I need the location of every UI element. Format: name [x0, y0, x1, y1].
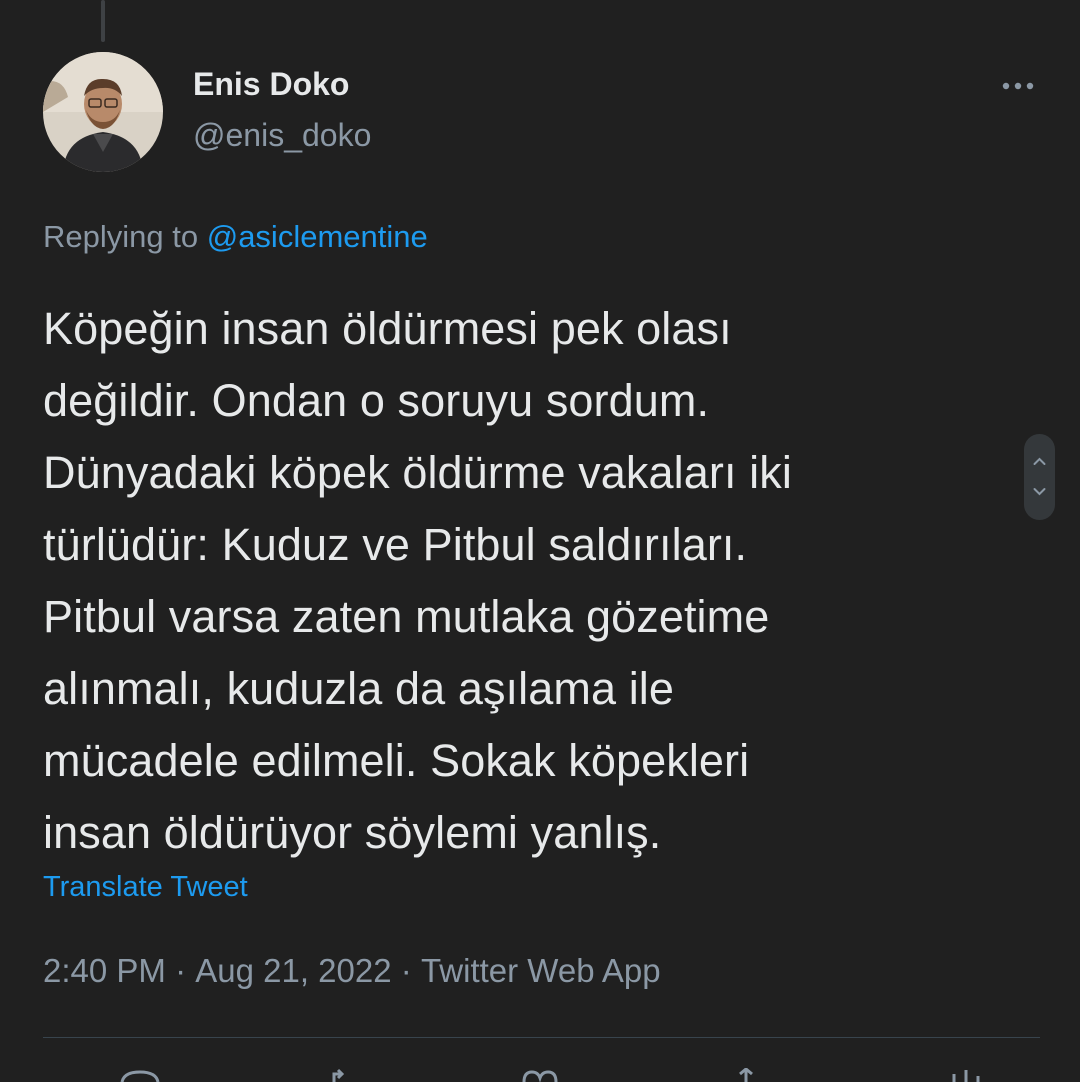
scroll-up-down-icon [1033, 457, 1046, 496]
meta-separator: · [175, 952, 187, 989]
translate-tweet-link[interactable]: Translate Tweet [43, 871, 248, 904]
author-handle[interactable]: @enis_doko [193, 117, 371, 154]
replying-to: Replying to @asiclementine [43, 219, 428, 255]
meta-separator: · [400, 952, 412, 989]
tweet-text: Köpeğin insan öldürmesi pek olası değild… [43, 303, 792, 858]
tweet-source[interactable]: Twitter Web App [421, 952, 661, 990]
tweet-meta: 2:40 PM · Aug 21, 2022 · Twitter Web App [43, 952, 661, 990]
replying-to-label: Replying to [43, 219, 199, 254]
tweet-time[interactable]: 2:40 PM [43, 952, 166, 990]
divider [43, 1037, 1040, 1038]
tweet-date[interactable]: Aug 21, 2022 [195, 952, 391, 990]
avatar[interactable] [43, 52, 163, 172]
thread-connector-line [101, 0, 105, 42]
more-horizontal-icon [1002, 82, 1034, 90]
more-options-button[interactable] [994, 70, 1042, 102]
author-name[interactable]: Enis Doko [193, 66, 349, 103]
scroll-control[interactable] [1024, 434, 1055, 520]
reply-mention-link[interactable]: @asiclementine [207, 219, 428, 254]
